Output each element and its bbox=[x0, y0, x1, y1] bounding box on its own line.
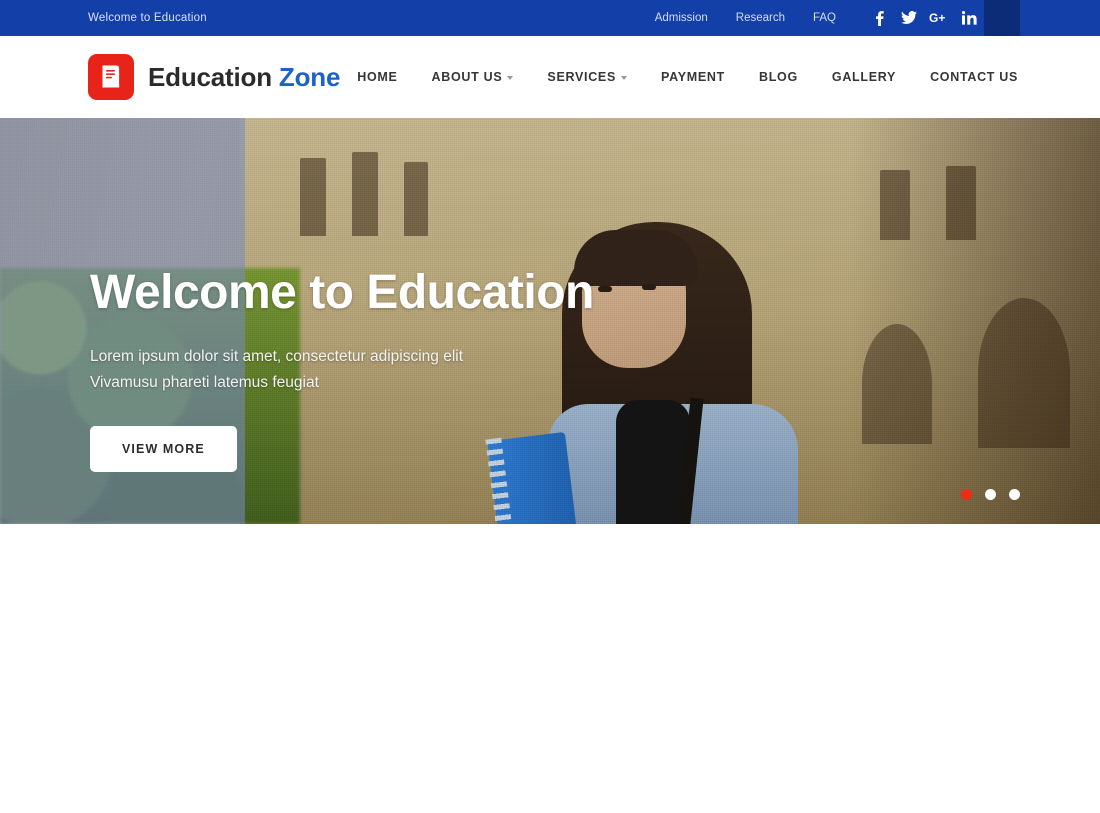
logo-wordmark: Education Zone bbox=[148, 62, 340, 93]
nav-item-payment[interactable]: PAYMENT bbox=[644, 70, 742, 84]
nav-item-contact-us[interactable]: CONTACT US bbox=[913, 70, 1035, 84]
google-plus-icon[interactable]: G+ bbox=[924, 0, 954, 36]
nav-item-blog[interactable]: BLOG bbox=[742, 70, 815, 84]
social-links: G+ bbox=[850, 0, 984, 36]
topbar-link-research[interactable]: Research bbox=[722, 0, 799, 36]
hero-subtitle-line-2: Vivamusu phareti latemus feugiat bbox=[90, 373, 319, 391]
topbar-hover-highlight[interactable] bbox=[984, 0, 1020, 36]
nav-label-gallery: GALLERY bbox=[831, 70, 897, 84]
hero-title: Welcome to Education bbox=[90, 266, 594, 319]
logo-text-secondary: Zone bbox=[278, 61, 341, 92]
chevron-down-icon bbox=[507, 76, 514, 80]
hero-content: Welcome to Education Lorem ipsum dolor s… bbox=[90, 266, 730, 472]
nav-label-services: SERVICES bbox=[547, 70, 617, 84]
chevron-down-icon bbox=[621, 76, 628, 80]
nav-label-home: HOME bbox=[357, 70, 398, 84]
linkedin-icon[interactable] bbox=[954, 0, 984, 36]
site-logo[interactable]: Education Zone bbox=[88, 54, 340, 100]
page-root: Welcome to Education Admission Research … bbox=[0, 0, 1100, 813]
nav-label-about-us: ABOUT US bbox=[431, 70, 503, 84]
carousel-dot-2[interactable] bbox=[985, 489, 996, 500]
carousel-dot-1[interactable] bbox=[961, 489, 972, 500]
book-logo-icon bbox=[88, 54, 134, 100]
top-bar: Welcome to Education Admission Research … bbox=[0, 0, 1100, 36]
nav-label-contact-us: CONTACT US bbox=[930, 70, 1019, 84]
topbar-right-group: Admission Research FAQ G+ bbox=[641, 0, 1100, 36]
hero-subtitle: Lorem ipsum dolor sit amet, consectetur … bbox=[90, 344, 730, 395]
nav-label-blog: BLOG bbox=[758, 70, 798, 84]
svg-text:G+: G+ bbox=[929, 11, 945, 25]
nav-item-about-us[interactable]: ABOUT US bbox=[415, 70, 531, 84]
nav-item-gallery[interactable]: GALLERY bbox=[815, 70, 913, 84]
main-navigation: HOME ABOUT US SERVICES PAYMENT BLOG GALL… bbox=[340, 70, 1035, 84]
hero-carousel: Welcome to Education Lorem ipsum dolor s… bbox=[0, 118, 1100, 524]
topbar-link-admission[interactable]: Admission bbox=[641, 0, 722, 36]
topbar-link-faq[interactable]: FAQ bbox=[799, 0, 850, 36]
twitter-icon[interactable] bbox=[894, 0, 924, 36]
hero-subtitle-line-1: Lorem ipsum dolor sit amet, consectetur … bbox=[90, 348, 464, 366]
facebook-icon[interactable] bbox=[864, 0, 894, 36]
carousel-indicators bbox=[961, 489, 1020, 500]
carousel-dot-3[interactable] bbox=[1009, 489, 1020, 500]
logo-text-primary: Education bbox=[148, 61, 272, 92]
featured-cards-section: APPLY NOW bbox=[0, 524, 1100, 813]
nav-label-payment: PAYMENT bbox=[661, 70, 725, 84]
view-more-button[interactable]: VIEW MORE bbox=[90, 425, 237, 472]
nav-item-home[interactable]: HOME bbox=[340, 70, 414, 84]
topbar-welcome-text: Welcome to Education bbox=[88, 12, 207, 24]
nav-item-services[interactable]: SERVICES bbox=[530, 70, 644, 84]
site-header: Education Zone HOME ABOUT US SERVICES PA… bbox=[0, 36, 1100, 118]
